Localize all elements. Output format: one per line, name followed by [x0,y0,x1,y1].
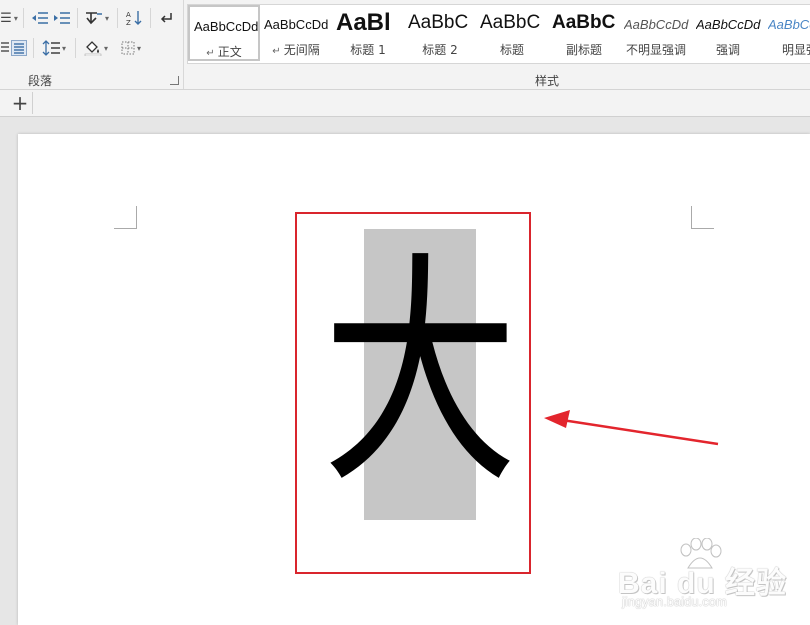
watermark-url: jingyan.baidu.com [622,594,727,609]
style-name: 标题 1 [350,43,386,57]
style-item-heading-2[interactable]: AaBbC 标题 2 [404,5,476,61]
chevron-down-icon: ▾ [136,43,141,53]
decrease-indent-button[interactable] [30,8,50,28]
style-item-subtle-emphasis[interactable]: AaBbCcDd 不明显强调 [620,5,692,61]
style-name: ↵ 无间隔 [272,43,320,57]
style-name: 标题 [499,43,524,57]
borders-icon [121,41,135,55]
svg-text:Z: Z [126,19,131,26]
align-right-button[interactable] [0,38,10,58]
divider [150,8,151,28]
style-item-no-spacing[interactable]: AaBbCcDd ↵ 无间隔 [260,5,332,61]
large-character: 大 [322,232,519,517]
paragraph-mark-icon [160,13,172,23]
increase-indent-button[interactable] [52,8,72,28]
style-preview: AaBbCcDd [194,19,258,34]
document-page[interactable]: 大 Bai du 经验 jingyan.baidu.com [18,134,810,625]
style-item-intense-emphasis[interactable]: AaBbCcDd 明显强 [764,5,810,61]
style-gallery: AaBbCcDd ↵ 正文 AaBbCcDd ↵ 无间隔 AaBl 标题 1 AaB… [187,4,810,64]
style-name: ↵ 正文 [206,45,242,59]
margin-corner-mark [691,206,714,229]
multilevel-list-button[interactable]: ☰ ▾ [0,8,18,28]
style-preview: AaBbC [408,12,469,33]
style-name: 强调 [715,43,740,57]
style-name: 不明显强调 [625,43,686,57]
plus-icon: + [11,91,29,115]
align-icon [1,42,9,52]
divider [117,8,118,28]
document-tab-bar: + [0,90,810,117]
style-name: 标题 2 [422,43,458,57]
red-arrow-icon [544,410,719,446]
justify-button[interactable] [10,38,28,58]
line-spacing-button[interactable]: ▾ [38,38,70,58]
show-marks-button[interactable] [156,8,176,28]
margin-corner-mark [114,206,137,229]
baidu-watermark: Bai du 经验 jingyan.baidu.com [618,538,788,609]
style-item-title[interactable]: AaBbC 标题 [476,5,548,61]
selected-character[interactable]: 大 [322,229,518,520]
style-item-normal[interactable]: AaBbCcDd ↵ 正文 [188,5,260,61]
style-name: 副标题 [565,43,602,57]
shading-button[interactable]: ▾ [80,38,112,58]
paragraph-dialog-launcher-icon[interactable] [170,76,179,85]
paragraph-mark-icon: ↵ [272,46,281,57]
increase-indent-icon [54,12,70,24]
style-preview: AaBbCcDd [696,17,761,32]
chinese-layout-button[interactable]: ▾ [83,8,111,28]
style-item-emphasis[interactable]: AaBbCcDd 强调 [692,5,764,61]
svg-text:A: A [126,11,131,19]
borders-button[interactable]: ▾ [115,38,147,58]
style-item-heading-1[interactable]: AaBl 标题 1 [332,5,404,61]
style-preview: AaBl [336,9,391,35]
paint-bucket-icon [84,41,102,56]
style-item-subtitle[interactable]: AaBbC 副标题 [548,5,620,61]
new-tab-button[interactable]: + [8,91,33,115]
styles-group-label: 样式 [535,74,560,88]
style-preview: AaBbCcDd [768,17,810,32]
style-preview: AaBbC [552,12,616,33]
sort-button[interactable]: AZ [123,8,145,28]
multilevel-list-icon: ☰ [0,10,12,26]
justify-icon [11,40,27,56]
divider [75,38,76,58]
divider [77,8,78,28]
divider [33,38,34,58]
chevron-down-icon: ▾ [103,43,108,53]
sort-az-icon: AZ [126,11,142,26]
chevron-down-icon: ▾ [13,13,18,23]
ribbon: ☰ ▾ ▾ AZ ▾ ▾ ▾ 段落 AaBbCcDd ↵ 正文 AaBbCcDd… [0,0,810,90]
chevron-down-icon: ▾ [104,13,109,23]
chevron-down-icon: ▾ [61,43,66,53]
paragraph-mark-icon: ↵ [206,48,215,59]
divider [23,8,24,28]
chinese-layout-icon [85,12,102,25]
styles-group: AaBbCcDd ↵ 正文 AaBbCcDd ↵ 无间隔 AaBl 标题 1 AaB… [185,0,810,89]
style-preview: AaBbC [480,12,541,33]
decrease-indent-icon [32,12,48,24]
style-name: 明显强 [781,43,810,57]
paragraph-group: ☰ ▾ ▾ AZ ▾ ▾ ▾ 段落 [0,0,184,89]
line-spacing-icon [42,40,60,56]
style-preview: AaBbCcDd [624,17,689,32]
paragraph-group-label: 段落 [28,74,53,88]
style-preview: AaBbCcDd [264,17,329,32]
